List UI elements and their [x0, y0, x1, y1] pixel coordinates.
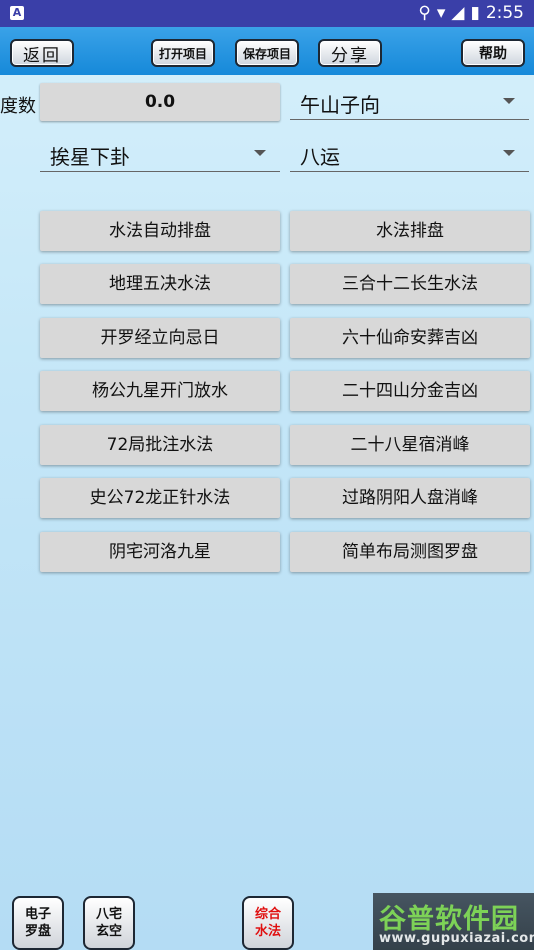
degree-label: 度数 — [0, 96, 36, 117]
top-toolbar: 返回 打开项目 保存项目 分享 帮助 — [0, 27, 534, 75]
app-notification-icon: A — [10, 6, 24, 20]
location-icon: ⚲ — [418, 3, 431, 23]
nav-label-line2: 水法 — [254, 924, 281, 939]
status-bar: A ⚲ ▾ ◢ ▮ 2:55 — [0, 0, 534, 27]
help-button[interactable]: 帮助 — [461, 39, 525, 67]
nav-label-line2: 罗盘 — [24, 924, 51, 939]
nav-label-line1: 电子 — [24, 907, 51, 922]
function-button[interactable]: 过路阴阳人盘消峰 — [290, 478, 530, 518]
compass-nav-button[interactable]: 电子 罗盘 — [12, 896, 64, 950]
function-button[interactable]: 二十四山分金吉凶 — [290, 371, 530, 411]
period-dropdown[interactable]: 八运 — [290, 135, 529, 172]
open-project-button[interactable]: 打开项目 — [151, 39, 215, 67]
nav-label-line1: 综合 — [254, 907, 281, 922]
nav-label-line1: 八宅 — [95, 907, 122, 922]
battery-icon: ▮ — [470, 3, 480, 23]
save-project-button[interactable]: 保存项目 — [235, 39, 299, 67]
signal-icon: ◢ — [451, 3, 465, 23]
star-mode-dropdown[interactable]: 挨星下卦 — [40, 135, 280, 172]
function-button[interactable]: 六十仙命安葬吉凶 — [290, 318, 530, 358]
function-button[interactable]: 史公72龙正针水法 — [40, 478, 280, 518]
function-button[interactable]: 开罗经立向忌日 — [40, 318, 280, 358]
status-time: 2:55 — [485, 3, 524, 23]
function-button[interactable]: 简单布局测图罗盘 — [290, 532, 530, 572]
function-button[interactable]: 阴宅河洛九星 — [40, 532, 280, 572]
watermark: 谷普软件园 www.gupuxiazai.com — [373, 893, 534, 950]
chevron-down-icon — [503, 150, 515, 156]
chevron-down-icon — [503, 98, 515, 104]
period-value: 八运 — [300, 145, 340, 169]
house-nav-button[interactable]: 八宅 玄空 — [83, 896, 135, 950]
chevron-down-icon — [254, 150, 266, 156]
back-button[interactable]: 返回 — [10, 39, 74, 67]
mountain-value: 午山子向 — [300, 93, 380, 117]
function-button[interactable]: 水法排盘 — [290, 211, 530, 251]
function-button[interactable]: 72局批注水法 — [40, 425, 280, 465]
watermark-url: www.gupuxiazai.com — [379, 931, 534, 946]
function-button[interactable]: 二十八星宿消峰 — [290, 425, 530, 465]
star-mode-value: 挨星下卦 — [50, 145, 130, 169]
degree-input[interactable]: 0.0 — [40, 83, 280, 121]
function-button[interactable]: 地理五决水法 — [40, 264, 280, 304]
function-button[interactable]: 三合十二长生水法 — [290, 264, 530, 304]
mountain-dropdown[interactable]: 午山子向 — [290, 83, 529, 120]
function-button[interactable]: 杨公九星开门放水 — [40, 371, 280, 411]
water-nav-button[interactable]: 综合 水法 — [242, 896, 294, 950]
function-button[interactable]: 水法自动排盘 — [40, 211, 280, 251]
share-button[interactable]: 分享 — [318, 39, 382, 67]
nav-label-line2: 玄空 — [95, 924, 122, 939]
wifi-icon: ▾ — [436, 3, 446, 23]
